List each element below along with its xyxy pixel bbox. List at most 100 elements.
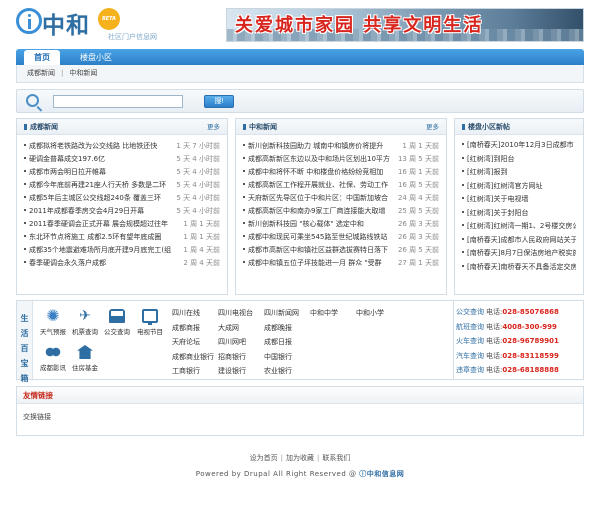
life-link[interactable]: 农业银行 [264, 364, 310, 379]
news-title[interactable]: 成都高新新区东边以及中和场片区划出10平方 [248, 153, 393, 166]
subnav-zhonghe-news[interactable]: 中和新闻 [69, 69, 97, 77]
news-item[interactable]: 天府新区先导区位于中和片区：中国新加坡合 24 周 4 天前 [243, 192, 439, 205]
news-title[interactable]: [南桥春天]成都市人民政府网站关于 [467, 234, 576, 248]
news-item[interactable]: [南桥春天]南桥春天不具备活定交房 [462, 261, 576, 275]
news-item[interactable]: 成都市两会明日拉开帷幕 5 天 4 小时前 [24, 166, 220, 179]
news-title[interactable]: [红树湾]报到 [467, 166, 576, 180]
service-housing-fund[interactable]: 住房基金 [67, 345, 103, 372]
news-item[interactable]: 成都中和将怀不断 中和楼盘价格纷纷竞相加 16 周 1 天前 [243, 166, 439, 179]
news-item[interactable]: 成都高新新区东边以及中和场片区划出10平方 13 周 5 天前 [243, 153, 439, 166]
life-link[interactable]: 天府论坛 [172, 335, 218, 350]
service-bus[interactable]: 公交查询 [99, 309, 135, 336]
news-item[interactable]: 成都中和现民可乘坐545路至世纪城路线铁站 26 周 3 天前 [243, 231, 439, 244]
life-link[interactable]: 大成网 [218, 321, 264, 336]
news-title[interactable]: [红树湾]红树湾一期1、2号楼交房公 [467, 220, 576, 234]
contact-link[interactable]: 联系我们 [322, 454, 350, 462]
life-link[interactable]: 建设银行 [218, 364, 264, 379]
news-title[interactable]: 成都5年后主城区公交线超240条 覆盖三环 [29, 192, 174, 205]
news-item[interactable]: 成都市高新区中和镇社区益群选拔赛特日落下 26 周 5 天前 [243, 244, 439, 257]
news-title[interactable]: 2011年成都春季房交会4月29日开幕 [29, 205, 174, 218]
news-item[interactable]: 2011春季硬调会正式开幕 展会规模超过往年 1 周 1 天前 [24, 218, 220, 231]
news-title[interactable]: 硬调金普幕成交197.6亿 [29, 153, 174, 166]
news-title[interactable]: 成都中和镇五位子坪技能进一月 群众 "受群 [248, 257, 393, 270]
life-link[interactable]: 成都商业银行 [172, 350, 218, 365]
tab-home[interactable]: 首页 [24, 50, 60, 65]
news-item[interactable]: 成都高新区中和南办9家工厂商连接能大取增 25 周 5 天前 [243, 205, 439, 218]
news-item[interactable]: [南桥春天]2010年12月3日成都市 [462, 139, 576, 153]
news-title[interactable]: 天府新区先导区位于中和片区：中国新加坡合 [248, 192, 393, 205]
life-link[interactable]: 中国银行 [264, 350, 310, 365]
news-item[interactable]: 成都中和镇五位子坪技能进一月 群众 "受群 27 周 1 天前 [243, 257, 439, 270]
more-link[interactable]: 更多 [426, 119, 439, 135]
life-link[interactable]: 四川电视台 [218, 306, 264, 321]
life-link[interactable]: 成都晚报 [264, 321, 310, 336]
service-weather[interactable]: 天气预报 [35, 306, 71, 336]
news-item[interactable]: 成都35个地震避难场所月底开建9月底完工(组 1 周 4 天前 [24, 244, 220, 257]
life-link[interactable]: 招商银行 [218, 350, 264, 365]
exchange-link[interactable]: 交换链接 [23, 413, 51, 421]
news-title[interactable]: 成都高新区工作程开展就业、社保、劳动工作 [248, 179, 393, 192]
add-favorite-link[interactable]: 加为收藏 [286, 454, 314, 462]
news-item[interactable]: [红树湾]到阳台 [462, 153, 576, 167]
news-item[interactable]: 春季硬调会永久落户成都 2 周 4 天前 [24, 257, 220, 270]
news-title[interactable]: [南桥春天]8月7日保洁房地产税实施 [467, 247, 576, 261]
hotline-label[interactable]: 航班查询 [456, 323, 484, 331]
news-item[interactable]: 成都高新区工作程开展就业、社保、劳动工作 16 周 5 天前 [243, 179, 439, 192]
news-title[interactable]: [红树湾]到阳台 [467, 153, 576, 167]
hotline-label[interactable]: 违章查询 [456, 366, 484, 374]
subnav-chengdu-news[interactable]: 成都新闻 [27, 69, 55, 77]
news-item[interactable]: [红树湾]关于封阳台 [462, 207, 576, 221]
news-title[interactable]: 成都35个地震避难场所月底开建9月底完工(组 [29, 244, 174, 257]
news-item[interactable]: 成都今年底前再建21座人行天桥 多数是二环 5 天 4 小时前 [24, 179, 220, 192]
news-title[interactable]: 东北环节点将施工 成都2.5环有望年底成圈 [29, 231, 174, 244]
news-title[interactable]: 成都中和现民可乘坐545路至世纪城路线铁站 [248, 231, 393, 244]
news-item[interactable]: 硬调金普幕成交197.6亿 5 天 4 小时前 [24, 153, 220, 166]
life-link[interactable]: 成都商报 [172, 321, 218, 336]
news-title[interactable]: 成都高新区中和南办9家工厂商连接能大取增 [248, 205, 393, 218]
search-input[interactable] [53, 95, 183, 108]
news-title[interactable]: [南桥春天]2010年12月3日成都市 [467, 139, 576, 153]
news-item[interactable]: [红树湾]报到 [462, 166, 576, 180]
news-title[interactable]: 2011春季硬调会正式开幕 展会规模超过往年 [29, 218, 174, 231]
news-item[interactable]: 2011年成都春季房交会4月29日开幕 5 天 4 小时前 [24, 205, 220, 218]
news-title[interactable]: 成都中和将怀不断 中和楼盘价格纷纷竞相加 [248, 166, 393, 179]
news-title[interactable]: 春季硬调会永久落户成都 [29, 257, 174, 270]
news-title[interactable]: 成都今年底前再建21座人行天桥 多数是二环 [29, 179, 174, 192]
set-homepage-link[interactable]: 设为首页 [250, 454, 278, 462]
life-link[interactable]: 中和小学 [356, 306, 402, 321]
news-item[interactable]: 成都5年后主城区公交线超240条 覆盖三环 5 天 4 小时前 [24, 192, 220, 205]
news-title[interactable]: 新川创新科技园助力 城南中和镇房价将提升 [248, 140, 393, 153]
news-title[interactable]: 成都拟将老铁路改为公交线路 比地铁还快 [29, 140, 174, 153]
news-item[interactable]: 新川创新科技园 "核心载体" 选定中和 26 周 3 天前 [243, 218, 439, 231]
hotline-label[interactable]: 公交查询 [456, 308, 484, 316]
service-tv[interactable]: 电视节目 [132, 309, 168, 336]
news-title[interactable]: [红树湾]红树湾官方网址 [467, 180, 576, 194]
life-link[interactable]: 工商银行 [172, 364, 218, 379]
news-title[interactable]: 成都市高新区中和镇社区益群选拔赛特日落下 [248, 244, 393, 257]
footer-logo[interactable]: ⓘ中和信息网 [359, 470, 404, 478]
news-item[interactable]: [红树湾]关于电视墙 [462, 193, 576, 207]
service-flight[interactable]: ✈ 机票查询 [67, 309, 103, 336]
life-link[interactable]: 四川在线 [172, 306, 218, 321]
life-link[interactable]: 中和中学 [310, 306, 356, 321]
news-item[interactable]: 成都拟将老铁路改为公交线路 比地铁还快 1 天 7 小时前 [24, 140, 220, 153]
life-link[interactable]: 四川新闻网 [264, 306, 310, 321]
news-title[interactable]: [南桥春天]南桥春天不具备活定交房 [467, 261, 576, 275]
more-link[interactable]: 更多 [207, 119, 220, 135]
news-item[interactable]: [南桥春天]8月7日保洁房地产税实施 [462, 247, 576, 261]
news-title[interactable]: 成都市两会明日拉开帷幕 [29, 166, 174, 179]
news-item[interactable]: [南桥春天]成都市人民政府网站关于 [462, 234, 576, 248]
news-item[interactable]: 新川创新科技园助力 城南中和镇房价将提升 1 周 1 天前 [243, 140, 439, 153]
site-logo[interactable]: 中和 BETA 社区门户信息网 [16, 6, 196, 42]
news-item[interactable]: 东北环节点将施工 成都2.5环有望年底成圈 1 周 1 天前 [24, 231, 220, 244]
life-link[interactable]: 成都日报 [264, 335, 310, 350]
hotline-label[interactable]: 汽车查询 [456, 352, 484, 360]
tab-property[interactable]: 楼盘小区 [70, 50, 122, 65]
service-movie[interactable]: 成都影讯 [35, 345, 71, 372]
news-title[interactable]: [红树湾]关于电视墙 [467, 193, 576, 207]
news-title[interactable]: 新川创新科技园 "核心载体" 选定中和 [248, 218, 393, 231]
news-item[interactable]: [红树湾]红树湾一期1、2号楼交房公 [462, 220, 576, 234]
life-link[interactable]: 四川网吧 [218, 335, 264, 350]
news-title[interactable]: [红树湾]关于封阳台 [467, 207, 576, 221]
hotline-label[interactable]: 火车查询 [456, 337, 484, 345]
